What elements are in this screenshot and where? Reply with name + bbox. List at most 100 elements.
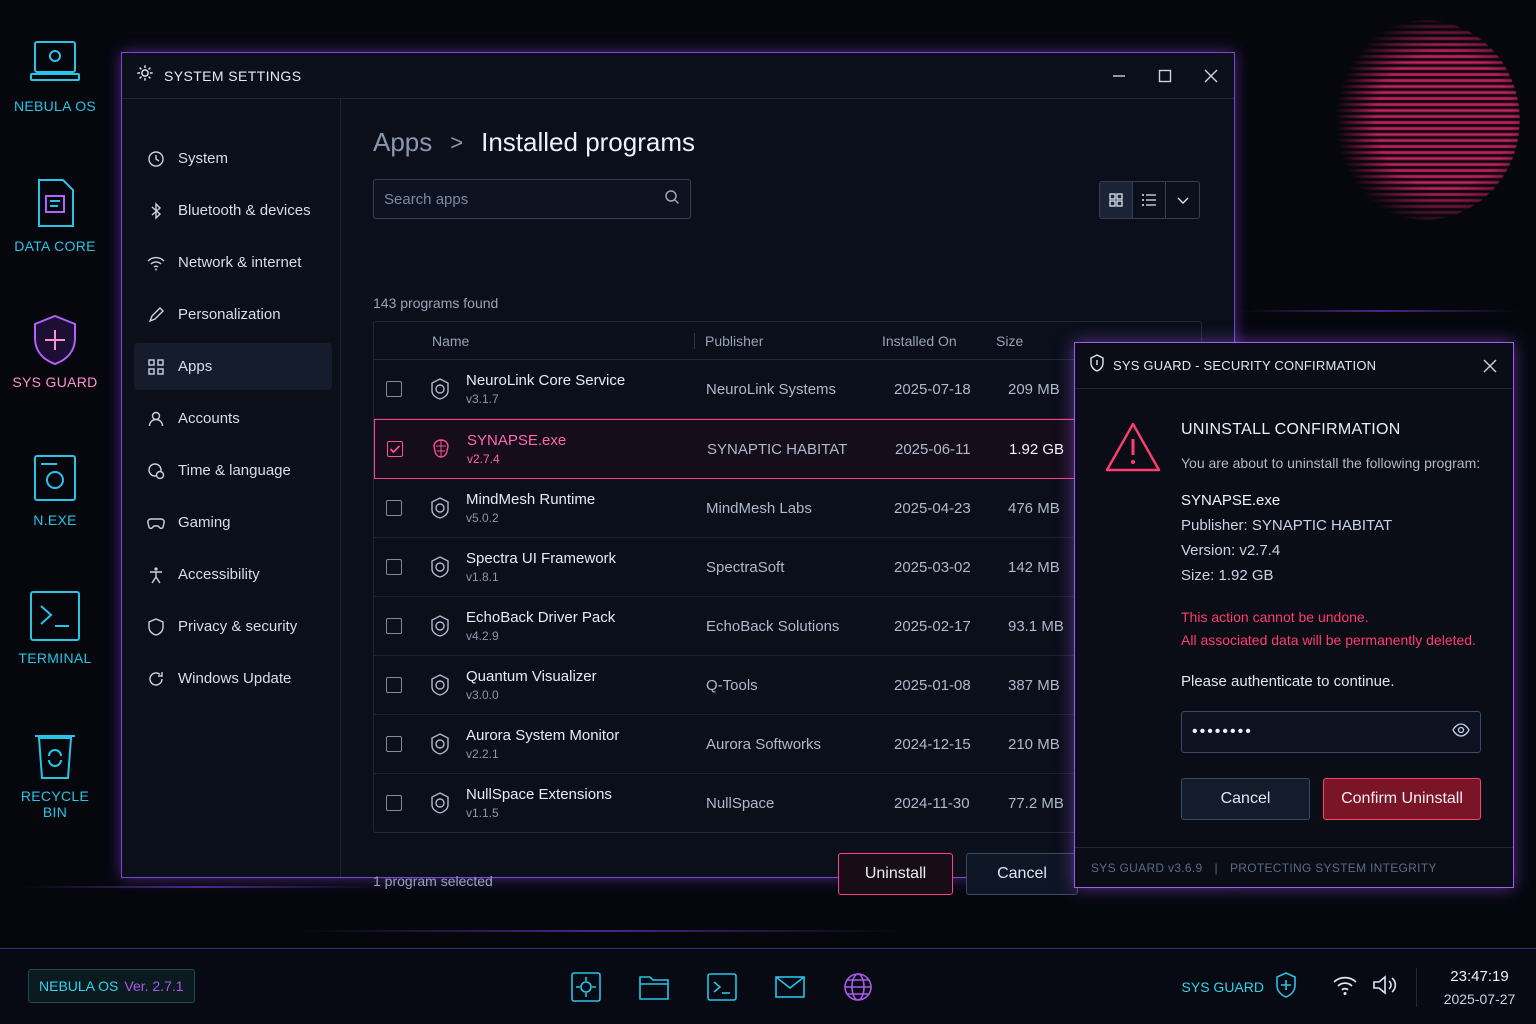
row-checkbox[interactable] <box>386 677 402 693</box>
app-version: v4.2.9 <box>466 629 499 643</box>
uninstall-button[interactable]: Uninstall <box>838 853 953 895</box>
maximize-icon <box>1158 69 1172 82</box>
app-icon <box>414 732 466 756</box>
os-version-badge[interactable]: NEBULA OS Ver. 2.7.1 <box>28 969 195 1003</box>
sidebar-item-label: Network & internet <box>178 254 302 271</box>
app-version: v2.2.1 <box>466 747 499 761</box>
pen-icon <box>146 305 166 325</box>
os-version: Ver. 2.7.1 <box>124 978 184 994</box>
taskbar-apps <box>566 967 906 1007</box>
row-checkbox[interactable] <box>386 500 402 516</box>
app-publisher: Q-Tools <box>706 676 758 694</box>
search-box[interactable] <box>373 179 691 219</box>
sidebar-item-system[interactable]: System <box>134 135 332 182</box>
row-checkbox[interactable] <box>386 618 402 634</box>
sidebar-item-apps[interactable]: Apps <box>134 343 332 390</box>
app-version: v3.0.0 <box>466 688 499 702</box>
sidebar-item-windows-update[interactable]: Windows Update <box>134 655 332 702</box>
cancel-button[interactable]: Cancel <box>966 853 1078 895</box>
taskbar-settings-button[interactable] <box>566 967 606 1007</box>
volume-icon[interactable] <box>1372 974 1398 1001</box>
app-name-cell: Aurora System Monitor v2.2.1 <box>466 727 706 761</box>
auth-prompt: Please authenticate to continue. <box>1181 673 1395 690</box>
background-glow-decoration <box>1330 20 1520 220</box>
app-name: SYNAPSE.exe <box>467 432 567 449</box>
desktop-icon-terminal[interactable]: TERMINAL <box>10 588 100 666</box>
taskbar-mail-button[interactable] <box>770 967 810 1007</box>
minimize-button[interactable] <box>1096 53 1142 99</box>
settings-sidebar: System Bluetooth & devices Network & int… <box>122 99 341 877</box>
taskbar-browser-button[interactable] <box>838 967 878 1007</box>
row-checkbox[interactable] <box>386 559 402 575</box>
sidebar-item-label: Time & language <box>178 462 291 479</box>
sys-guard-tray-label[interactable]: SYS GUARD <box>1182 979 1264 995</box>
maximize-button[interactable] <box>1142 53 1188 99</box>
taskbar-terminal-button[interactable] <box>702 967 742 1007</box>
close-icon <box>1483 359 1497 372</box>
desktop-icon-sys-guard[interactable]: SYS GUARD <box>10 312 100 390</box>
minimize-icon <box>1113 74 1125 77</box>
list-view-button[interactable] <box>1133 182 1166 218</box>
password-input[interactable] <box>1192 723 1452 741</box>
column-header-size[interactable]: Size <box>996 333 1076 349</box>
column-header-name[interactable]: Name <box>432 333 694 349</box>
column-header-publisher[interactable]: Publisher <box>694 332 882 349</box>
desktop-icon-data-core[interactable]: DATA CORE <box>10 176 100 254</box>
app-name-cell: MindMesh Runtime v5.0.2 <box>466 491 706 525</box>
shield-plus-icon[interactable] <box>1274 971 1298 1004</box>
app-version: v1.8.1 <box>466 570 499 584</box>
confirm-uninstall-button[interactable]: Confirm Uninstall <box>1323 778 1481 820</box>
search-input[interactable] <box>384 190 664 208</box>
settings-titlebar[interactable]: SYSTEM SETTINGS <box>122 53 1234 99</box>
app-publisher: EchoBack Solutions <box>706 617 840 635</box>
dialog-cancel-button[interactable]: Cancel <box>1181 778 1310 820</box>
search-icon[interactable] <box>664 189 680 210</box>
row-checkbox[interactable] <box>386 795 402 811</box>
sidebar-item-gaming[interactable]: Gaming <box>134 499 332 546</box>
app-name-cell: SYNAPSE.exe v2.7.4 <box>467 432 707 466</box>
view-options-dropdown[interactable] <box>1166 182 1199 218</box>
row-checkbox[interactable] <box>387 441 403 457</box>
view-toggle <box>1099 181 1200 219</box>
desktop-icon-n-exe[interactable]: N.EXE <box>10 450 100 528</box>
app-publisher: SpectraSoft <box>706 558 785 576</box>
sidebar-item-privacy[interactable]: Privacy & security <box>134 603 332 650</box>
breadcrumb: Apps > Installed programs <box>373 127 695 158</box>
app-version: v5.0.2 <box>466 511 499 525</box>
column-header-installed[interactable]: Installed On <box>882 333 996 349</box>
app-name-cell: NeuroLink Core Service v3.1.7 <box>466 372 706 406</box>
sidebar-item-network[interactable]: Network & internet <box>134 239 332 286</box>
warning-line: All associated data will be permanently … <box>1181 632 1476 648</box>
taskbar-clock[interactable]: 23:47:19 2025-07-27 <box>1416 967 1536 1007</box>
close-icon <box>1204 69 1218 82</box>
desktop-icon-label: N.EXE <box>33 512 77 528</box>
dialog-heading: UNINSTALL CONFIRMATION <box>1181 421 1401 438</box>
system-icon <box>146 149 166 169</box>
desktop-icon-recycle-bin[interactable]: RECYCLE BIN <box>10 726 100 820</box>
row-checkbox[interactable] <box>386 736 402 752</box>
sidebar-item-accounts[interactable]: Accounts <box>134 395 332 442</box>
sidebar-item-accessibility[interactable]: Accessibility <box>134 551 332 598</box>
app-publisher: NeuroLink Systems <box>706 380 837 398</box>
taskbar-files-button[interactable] <box>634 967 674 1007</box>
password-box[interactable] <box>1181 711 1481 753</box>
dialog-close-button[interactable] <box>1467 343 1513 389</box>
desktop-icon-nebula-os[interactable]: NEBULA OS <box>10 36 100 114</box>
settings-window: SYSTEM SETTINGS System Bluetooth & devic… <box>121 52 1235 895</box>
dialog-titlebar[interactable]: SYS GUARD - SECURITY CONFIRMATION <box>1075 343 1513 389</box>
app-install-date: 2025-06-11 <box>895 440 971 458</box>
breadcrumb-parent[interactable]: Apps <box>373 127 432 158</box>
eye-icon[interactable] <box>1452 722 1470 742</box>
wifi-icon[interactable] <box>1332 974 1358 1001</box>
app-version: v2.7.4 <box>467 452 500 466</box>
sidebar-item-personalization[interactable]: Personalization <box>134 291 332 338</box>
sidebar-item-time-language[interactable]: Time & language <box>134 447 332 494</box>
app-version: v3.1.7 <box>466 392 499 406</box>
sidebar-item-bluetooth[interactable]: Bluetooth & devices <box>134 187 332 234</box>
row-checkbox[interactable] <box>386 381 402 397</box>
close-button[interactable] <box>1188 53 1234 99</box>
list-icon <box>1142 194 1156 206</box>
user-icon <box>146 409 166 429</box>
row-checkbox-cell <box>374 500 414 516</box>
grid-view-button[interactable] <box>1100 182 1133 218</box>
